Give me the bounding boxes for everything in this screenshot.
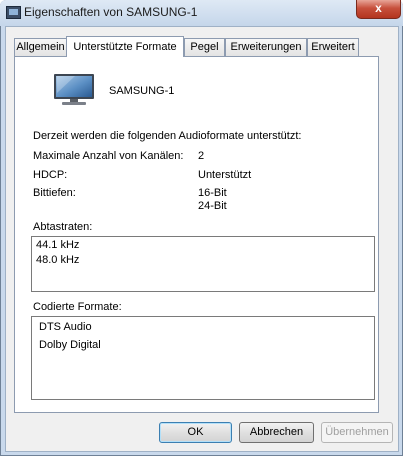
- hdcp-label: HDCP:: [33, 169, 68, 181]
- list-item: 44.1 kHz: [36, 239, 80, 251]
- encoded-formats-label: Codierte Formate:: [33, 301, 122, 313]
- dialog-client-area: Allgemein Unterstützte Formate Pegel Erw…: [5, 26, 399, 452]
- list-item: 48.0 kHz: [36, 254, 80, 266]
- cancel-button[interactable]: Abbrechen: [239, 422, 314, 443]
- list-item: DTS Audio: [39, 321, 92, 333]
- window-title: Eigenschaften von SAMSUNG-1: [24, 5, 198, 19]
- tab-pegel[interactable]: Pegel: [184, 38, 225, 56]
- tab-panel-supported-formats: SAMSUNG-1 Derzeit werden die folgenden A…: [14, 56, 379, 413]
- tab-allgemein[interactable]: Allgemein: [14, 38, 67, 56]
- tab-erweiterungen[interactable]: Erweiterungen: [225, 38, 307, 56]
- close-button[interactable]: x: [356, 0, 401, 19]
- hdcp-value: Unterstützt: [198, 169, 252, 181]
- title-bar[interactable]: Eigenschaften von SAMSUNG-1 x: [0, 0, 403, 26]
- device-name: SAMSUNG-1: [109, 85, 175, 97]
- list-item: Dolby Digital: [39, 339, 101, 351]
- channels-value: 2: [198, 150, 205, 162]
- bitdepth-label: Bittiefen:: [33, 187, 76, 199]
- sample-rates-label: Abtastraten:: [33, 221, 93, 233]
- monitor-icon: [54, 74, 94, 105]
- supported-formats-heading: Derzeit werden die folgenden Audioformat…: [33, 130, 302, 142]
- tab-unterstuetzte-formate[interactable]: Unterstützte Formate: [66, 36, 184, 57]
- tab-erweitert[interactable]: Erweitert: [307, 38, 359, 56]
- bitdepth-value-24: 24-Bit: [198, 200, 227, 212]
- ok-button[interactable]: OK: [159, 422, 232, 443]
- sample-rates-list[interactable]: 44.1 kHz 48.0 kHz: [31, 236, 375, 292]
- apply-button[interactable]: Übernehmen: [321, 422, 393, 443]
- encoded-formats-list[interactable]: DTS Audio Dolby Digital: [31, 316, 375, 400]
- speaker-app-icon: [6, 6, 21, 19]
- bitdepth-value-16: 16-Bit: [198, 187, 227, 199]
- channels-label: Maximale Anzahl von Kanälen:: [33, 150, 184, 162]
